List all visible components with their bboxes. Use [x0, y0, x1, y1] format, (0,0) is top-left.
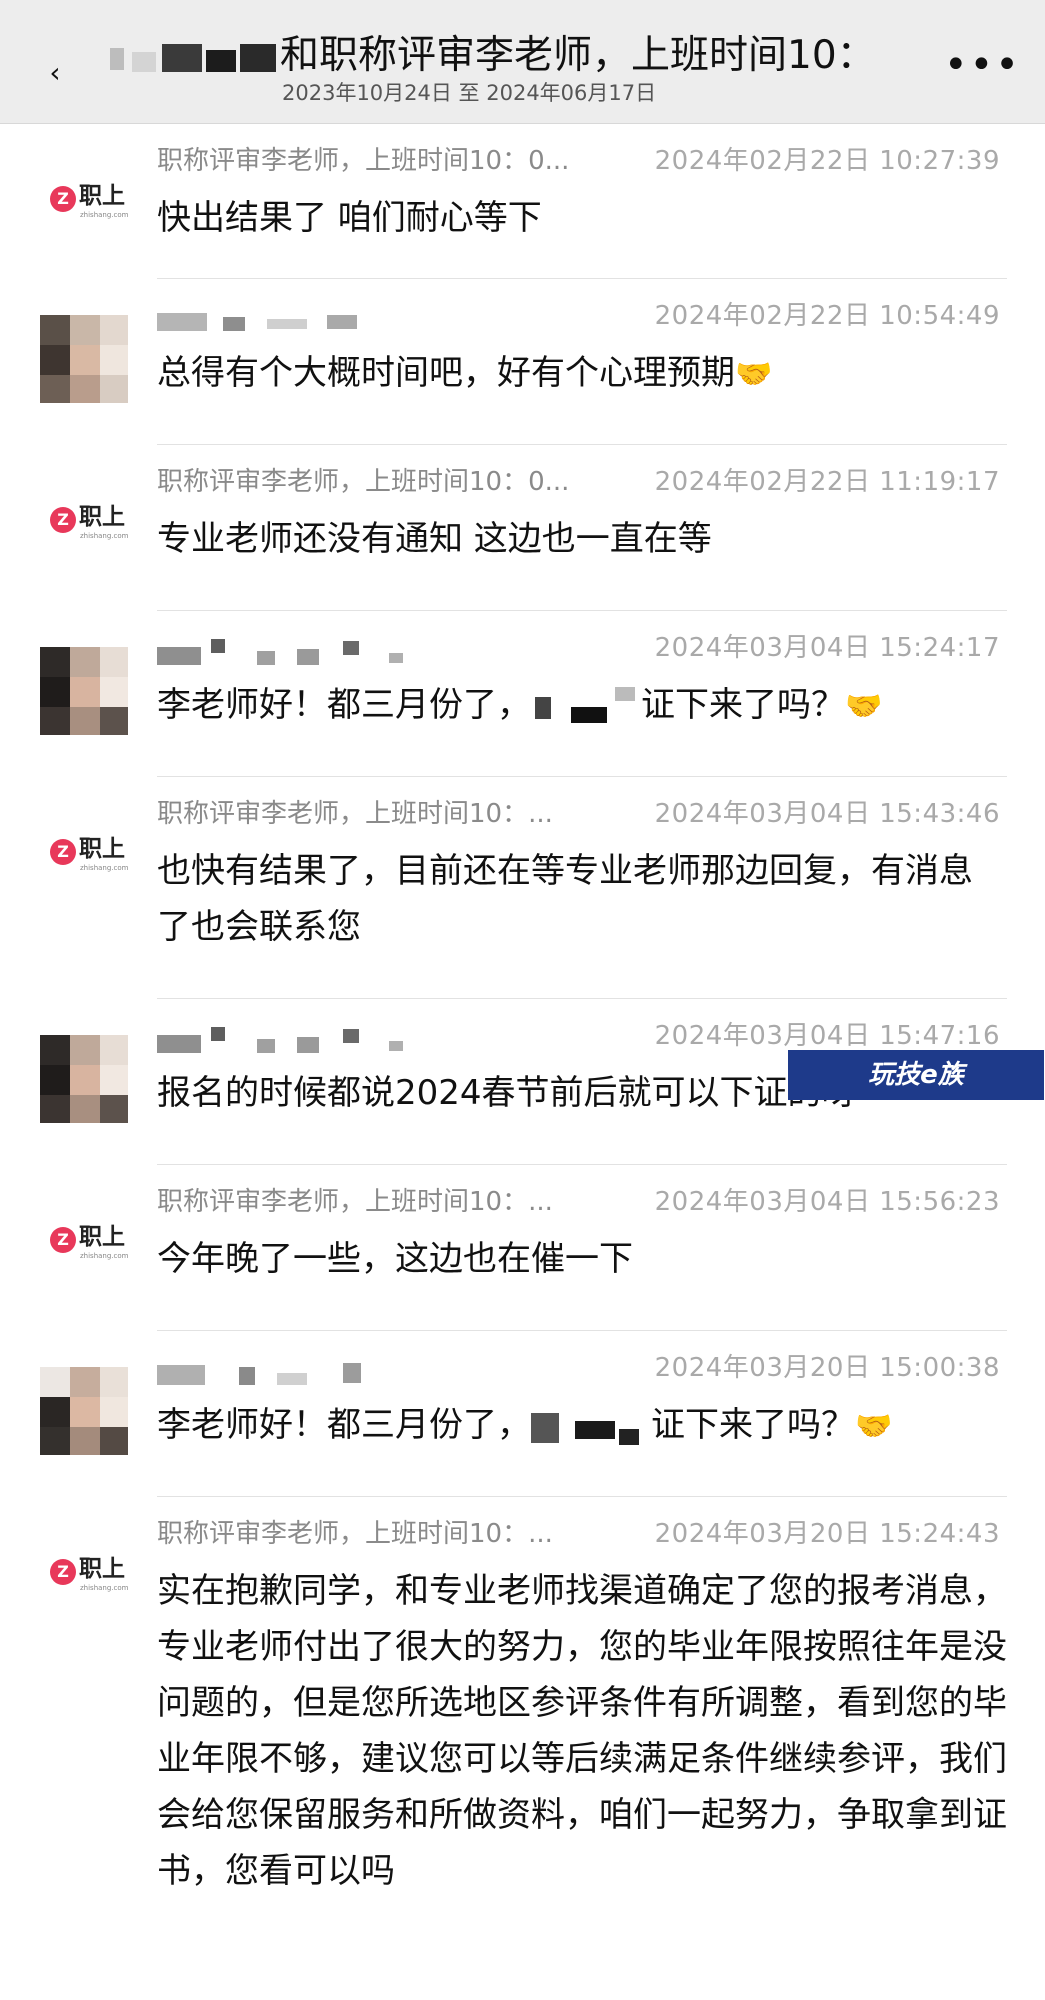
user-avatar[interactable] [40, 315, 128, 403]
redacted-title-mosaic [110, 40, 280, 80]
brand-logo-icon: Z [50, 1227, 76, 1253]
sender-name: 职称评审李老师，上班时间10：... [157, 1519, 553, 1549]
redacted-sender-name [157, 639, 417, 669]
message-text: 今年晚了一些，这边也在催一下 [157, 1239, 633, 1279]
sender-name: 职称评审李老师，上班时间10：... [157, 799, 553, 829]
brand-logo-url: zhishang.com [80, 1252, 129, 1260]
message-item: 2024年03月04日 15:24:17 李老师好！都三月份了， 证下来了吗？🤝 [0, 611, 1045, 777]
teacher-avatar[interactable]: Z 职上 zhishang.com [40, 485, 130, 555]
chat-title: 和职称评审李老师，上班时间10： [280, 33, 876, 78]
watermark-banner: 玩技e族 [788, 1050, 1044, 1100]
redacted-text-mosaic [531, 1407, 651, 1447]
message-item: 2024年02月22日 10:54:49 总得有个大概时间吧，好有个心理预期🤝 [0, 279, 1045, 445]
brand-logo-icon: Z [50, 186, 76, 212]
message-text: 也快有结果了，目前还在等专业老师那边回复，有消息了也会联系您 [157, 851, 973, 947]
handshake-emoji-icon: 🤝 [735, 356, 773, 392]
user-avatar[interactable] [40, 1035, 128, 1123]
message-timestamp: 2024年03月04日 15:56:23 [654, 1187, 1000, 1217]
message-text: 专业老师还没有通知 这边也一直在等 [157, 519, 712, 559]
message-text: 实在抱歉同学，和专业老师找渠道确定了您的报考消息，专业老师付出了很大的努力，您的… [157, 1571, 1007, 1891]
brand-logo-text: 职上 [79, 1224, 125, 1250]
brand-logo-icon: Z [50, 839, 76, 865]
more-options-icon[interactable]: ••• [944, 40, 1019, 90]
back-arrow-icon[interactable]: ‹ [38, 56, 72, 90]
message-text: 总得有个大概时间吧，好有个心理预期🤝 [157, 345, 1002, 401]
message-text-part: 证下来了吗？ [651, 1405, 855, 1445]
brand-logo-url: zhishang.com [80, 532, 129, 540]
redacted-text-mosaic [531, 686, 641, 727]
brand-logo-text: 职上 [79, 183, 125, 209]
teacher-avatar[interactable]: Z 职上 zhishang.com [40, 164, 130, 234]
redacted-sender-name [157, 1359, 417, 1389]
message-timestamp: 2024年03月04日 15:47:16 [654, 1021, 1000, 1051]
message-item: 2024年03月20日 15:00:38 李老师好！都三月份了， 证下来了吗？🤝 [0, 1331, 1045, 1497]
message-item: Z 职上 zhishang.com 职称评审李老师，上班时间10：0... 20… [0, 124, 1045, 279]
handshake-emoji-icon: 🤝 [855, 1408, 893, 1444]
message-timestamp: 2024年02月22日 10:27:39 [654, 146, 1000, 176]
message-text-part: 李老师好！都三月份了， [157, 685, 531, 725]
message-text-part: 李老师好！都三月份了， [157, 1405, 531, 1445]
teacher-avatar[interactable]: Z 职上 zhishang.com [40, 1537, 130, 1607]
message-item: Z 职上 zhishang.com 职称评审李老师，上班时间10：0... 20… [0, 445, 1045, 611]
message-timestamp: 2024年02月22日 10:54:49 [654, 301, 1000, 331]
message-timestamp: 2024年03月20日 15:24:43 [654, 1519, 1000, 1549]
message-list: Z 职上 zhishang.com 职称评审李老师，上班时间10：0... 20… [0, 124, 1045, 1967]
brand-logo-url: zhishang.com [80, 1584, 129, 1592]
teacher-avatar[interactable]: Z 职上 zhishang.com [40, 817, 130, 887]
brand-logo-text: 职上 [79, 504, 125, 530]
user-avatar[interactable] [40, 647, 128, 735]
brand-logo-icon: Z [50, 507, 76, 533]
message-timestamp: 2024年03月04日 15:24:17 [654, 633, 1000, 663]
brand-logo-text: 职上 [79, 836, 125, 862]
message-item: Z 职上 zhishang.com 职称评审李老师，上班时间10：... 202… [0, 1165, 1045, 1331]
redacted-sender-name [157, 307, 417, 337]
sender-name: 职称评审李老师，上班时间10：... [157, 1187, 553, 1217]
brand-logo-url: zhishang.com [80, 211, 129, 219]
sender-name: 职称评审李老师，上班时间10：0... [157, 146, 570, 176]
message-timestamp: 2024年03月20日 15:00:38 [654, 1353, 1000, 1383]
sender-name: 职称评审李老师，上班时间10：0... [157, 467, 570, 497]
message-text-content: 总得有个大概时间吧，好有个心理预期 [157, 353, 735, 393]
message-text: 李老师好！都三月份了， 证下来了吗？🤝 [157, 1397, 1002, 1453]
message-text: 快出结果了 咱们耐心等下 [157, 198, 542, 238]
brand-logo-text: 职上 [79, 1556, 125, 1582]
brand-logo-icon: Z [50, 1559, 76, 1585]
brand-logo-url: zhishang.com [80, 864, 129, 872]
message-text-part: 证下来了吗？ [641, 685, 845, 725]
chat-header: ‹ 和职称评审李老师，上班时间10： 2023年10月24日 至 2024年06… [0, 0, 1045, 124]
teacher-avatar[interactable]: Z 职上 zhishang.com [40, 1205, 130, 1275]
handshake-emoji-icon: 🤝 [845, 688, 883, 724]
message-timestamp: 2024年02月22日 11:19:17 [654, 467, 1000, 497]
redacted-sender-name [157, 1027, 417, 1057]
chat-date-range: 2023年10月24日 至 2024年06月17日 [282, 81, 657, 105]
message-item: Z 职上 zhishang.com 职称评审李老师，上班时间10：... 202… [0, 1497, 1045, 1967]
message-timestamp: 2024年03月04日 15:43:46 [654, 799, 1000, 829]
message-text: 李老师好！都三月份了， 证下来了吗？🤝 [157, 677, 1002, 733]
user-avatar[interactable] [40, 1367, 128, 1455]
message-item: Z 职上 zhishang.com 职称评审李老师，上班时间10：... 202… [0, 777, 1045, 999]
